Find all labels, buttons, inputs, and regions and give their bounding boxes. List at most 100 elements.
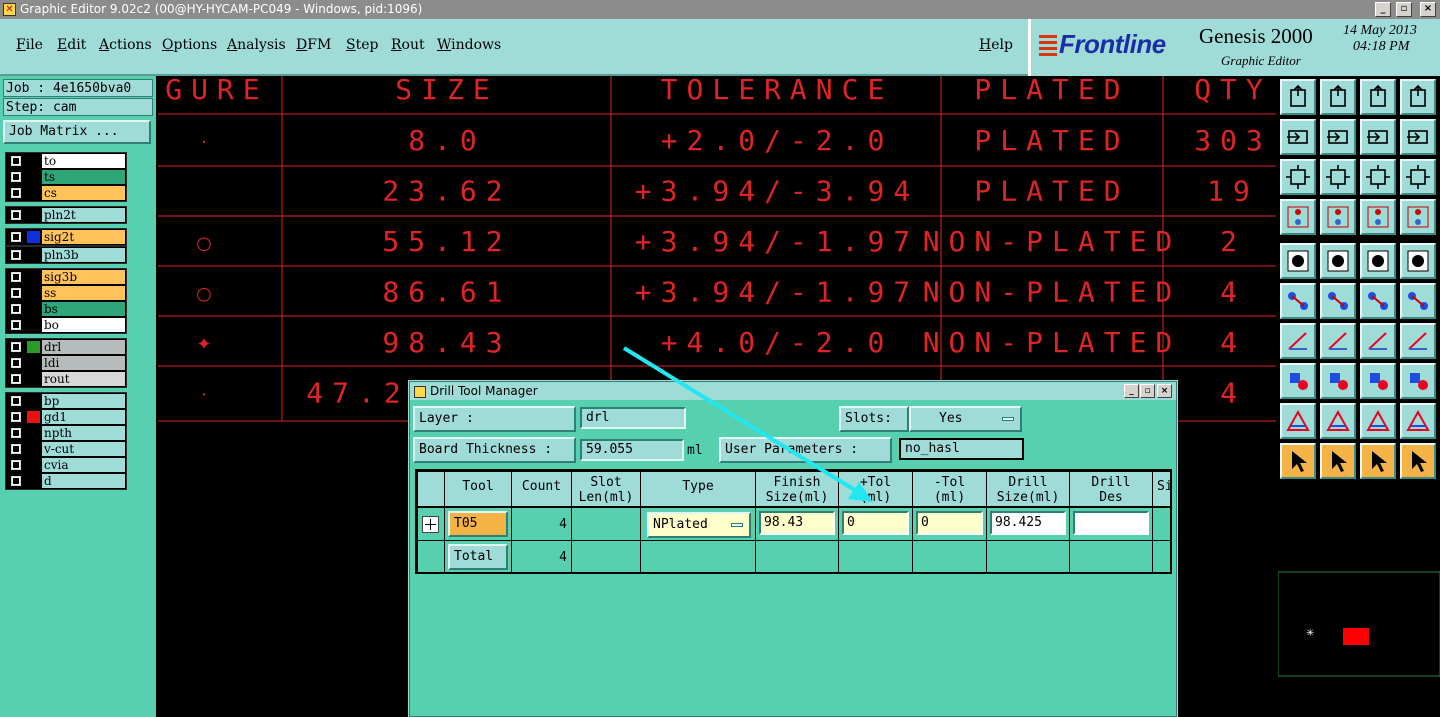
menu-actions[interactable]: Actions (99, 37, 152, 53)
layer-row-sig2t[interactable]: sig2t (6, 229, 128, 245)
tool-button-fit-bounds[interactable] (1360, 363, 1396, 399)
menu-help[interactable]: Help (979, 37, 1013, 53)
dialog-minimize-button[interactable]: _ (1124, 384, 1139, 398)
layer-checkbox[interactable] (11, 320, 21, 330)
tool-button-pointer-highlight[interactable] (1360, 443, 1396, 479)
layer-checkbox[interactable] (11, 210, 21, 220)
layer-row-bs[interactable]: bs (6, 301, 128, 317)
user-parameters-button[interactable]: User Parameters : (719, 437, 892, 463)
layer-checkbox[interactable] (11, 358, 21, 368)
layer-checkbox[interactable] (11, 428, 21, 438)
layer-row-ldi[interactable]: ldi (6, 355, 128, 371)
job-matrix-button[interactable]: Job Matrix ... (3, 120, 151, 144)
layer-checkbox[interactable] (11, 172, 21, 182)
tool-button-ruler[interactable] (1360, 243, 1396, 279)
menu-step[interactable]: Step (346, 37, 378, 53)
tool-button-home[interactable] (1360, 79, 1396, 115)
tool-button-draw-line[interactable] (1320, 323, 1356, 359)
tool-button-triangle-dim-alt[interactable] (1360, 403, 1396, 439)
drill-des-input[interactable] (1073, 511, 1149, 535)
layer-checkbox[interactable] (11, 396, 21, 406)
layer-row-to[interactable]: to (6, 153, 128, 169)
minus-tol-input[interactable]: 0 (916, 511, 983, 535)
layer-row-drl[interactable]: drl (6, 339, 128, 355)
layer-row-pln2t[interactable]: pln2t (6, 207, 128, 223)
layer-row-ts[interactable]: ts (6, 169, 128, 185)
layer-checkbox[interactable] (11, 412, 21, 422)
menu-windows[interactable]: Windows (437, 37, 501, 53)
layer-checkbox[interactable] (11, 188, 21, 198)
tool-button-download[interactable] (1320, 79, 1356, 115)
layer-checkbox[interactable] (11, 250, 21, 260)
layer-row-d[interactable]: d (6, 473, 128, 489)
menu-file[interactable]: File (16, 37, 43, 53)
layer-field[interactable]: drl (580, 407, 686, 429)
layer-checkbox[interactable] (11, 460, 21, 470)
tool-button-node-select[interactable] (1400, 443, 1436, 479)
tool-button-cross-select[interactable] (1320, 283, 1356, 319)
tool-button-zoom-fit[interactable] (1280, 159, 1316, 195)
layer-row-cvia[interactable]: cvia (6, 457, 128, 473)
layer-checkbox[interactable] (11, 476, 21, 486)
user-parameters-field[interactable]: no_hasl (899, 438, 1024, 460)
menu-edit[interactable]: Edit (57, 37, 86, 53)
tool-button-zoom-center[interactable] (1320, 159, 1356, 195)
layer-row-v-cut[interactable]: v-cut (6, 441, 128, 457)
layer-row-ss[interactable]: ss (6, 285, 128, 301)
tool-button-pointer[interactable] (1280, 443, 1316, 479)
layer-checkbox[interactable] (11, 374, 21, 384)
tool-button-window-layout[interactable] (1400, 79, 1436, 115)
close-button[interactable]: × (1420, 2, 1436, 17)
tool-button-add-pad[interactable] (1280, 243, 1316, 279)
layer-row-rout[interactable]: rout (6, 371, 128, 387)
layer-row-npth[interactable]: npth (6, 425, 128, 441)
layer-checkbox[interactable] (11, 156, 21, 166)
layer-row-sig3b[interactable]: sig3b (6, 269, 128, 285)
tool-button-pad-to-via[interactable] (1280, 363, 1316, 399)
tool-button-triangle-dim[interactable] (1320, 403, 1356, 439)
tool-button-add-line[interactable] (1320, 243, 1356, 279)
tool-button-layer-stack-alt[interactable] (1400, 199, 1436, 235)
tool-button-trim-line[interactable] (1320, 363, 1356, 399)
layer-checkbox[interactable] (11, 272, 21, 282)
layer-checkbox[interactable] (11, 444, 21, 454)
board-thickness-field[interactable]: 59.055 (580, 439, 684, 461)
layer-row-cs[interactable]: cs (6, 185, 128, 201)
layer-checkbox[interactable] (11, 232, 21, 242)
dialog-maximize-button[interactable]: ▫ (1140, 384, 1155, 398)
tool-button-layer-stack[interactable] (1360, 199, 1396, 235)
layer-row-pln3b[interactable]: pln3b (6, 247, 128, 263)
minimize-button[interactable]: _ (1375, 2, 1391, 17)
tool-button-net[interactable] (1400, 323, 1436, 359)
tool-button-add-angle[interactable] (1280, 323, 1316, 359)
tool-button-arc[interactable] (1360, 323, 1396, 359)
tool-button-move-node[interactable] (1360, 283, 1396, 319)
layer-row-gd1[interactable]: gd1 (6, 409, 128, 425)
menu-dfm[interactable]: DFM (296, 37, 331, 53)
overview-window[interactable]: ✳ (1277, 486, 1440, 717)
tool-button-triangle-measure[interactable] (1400, 403, 1436, 439)
type-dropdown[interactable]: NPlated (647, 512, 751, 538)
drill-size-input[interactable]: 98.425 (990, 511, 1066, 535)
tool-button-rotate[interactable] (1400, 119, 1436, 155)
layer-row-bp[interactable]: bp (6, 393, 128, 409)
layer-checkbox[interactable] (11, 304, 21, 314)
tool-button-query[interactable] (1400, 159, 1436, 195)
tool-button-snap-right[interactable] (1320, 119, 1356, 155)
layer-row-bo[interactable]: bo (6, 317, 128, 333)
slots-dropdown[interactable]: Yes (909, 406, 1022, 432)
tool-button-grid[interactable] (1320, 199, 1356, 235)
row-expand-icon[interactable] (422, 516, 439, 533)
tool-button-snap-left[interactable] (1280, 119, 1316, 155)
finish-size-input[interactable]: 98.43 (759, 511, 835, 535)
tool-button-pointer-box[interactable] (1320, 443, 1356, 479)
layer-checkbox[interactable] (11, 342, 21, 352)
tool-button-group[interactable] (1400, 363, 1436, 399)
tool-button-upload[interactable] (1280, 79, 1316, 115)
menu-analysis[interactable]: Analysis (227, 37, 286, 53)
tool-button-select-pad[interactable] (1400, 243, 1436, 279)
layer-checkbox[interactable] (11, 288, 21, 298)
tool-button-move-node-alt[interactable] (1400, 283, 1436, 319)
tool-button-triangle-pad[interactable] (1280, 403, 1316, 439)
plus-tol-input[interactable]: 0 (842, 511, 909, 535)
